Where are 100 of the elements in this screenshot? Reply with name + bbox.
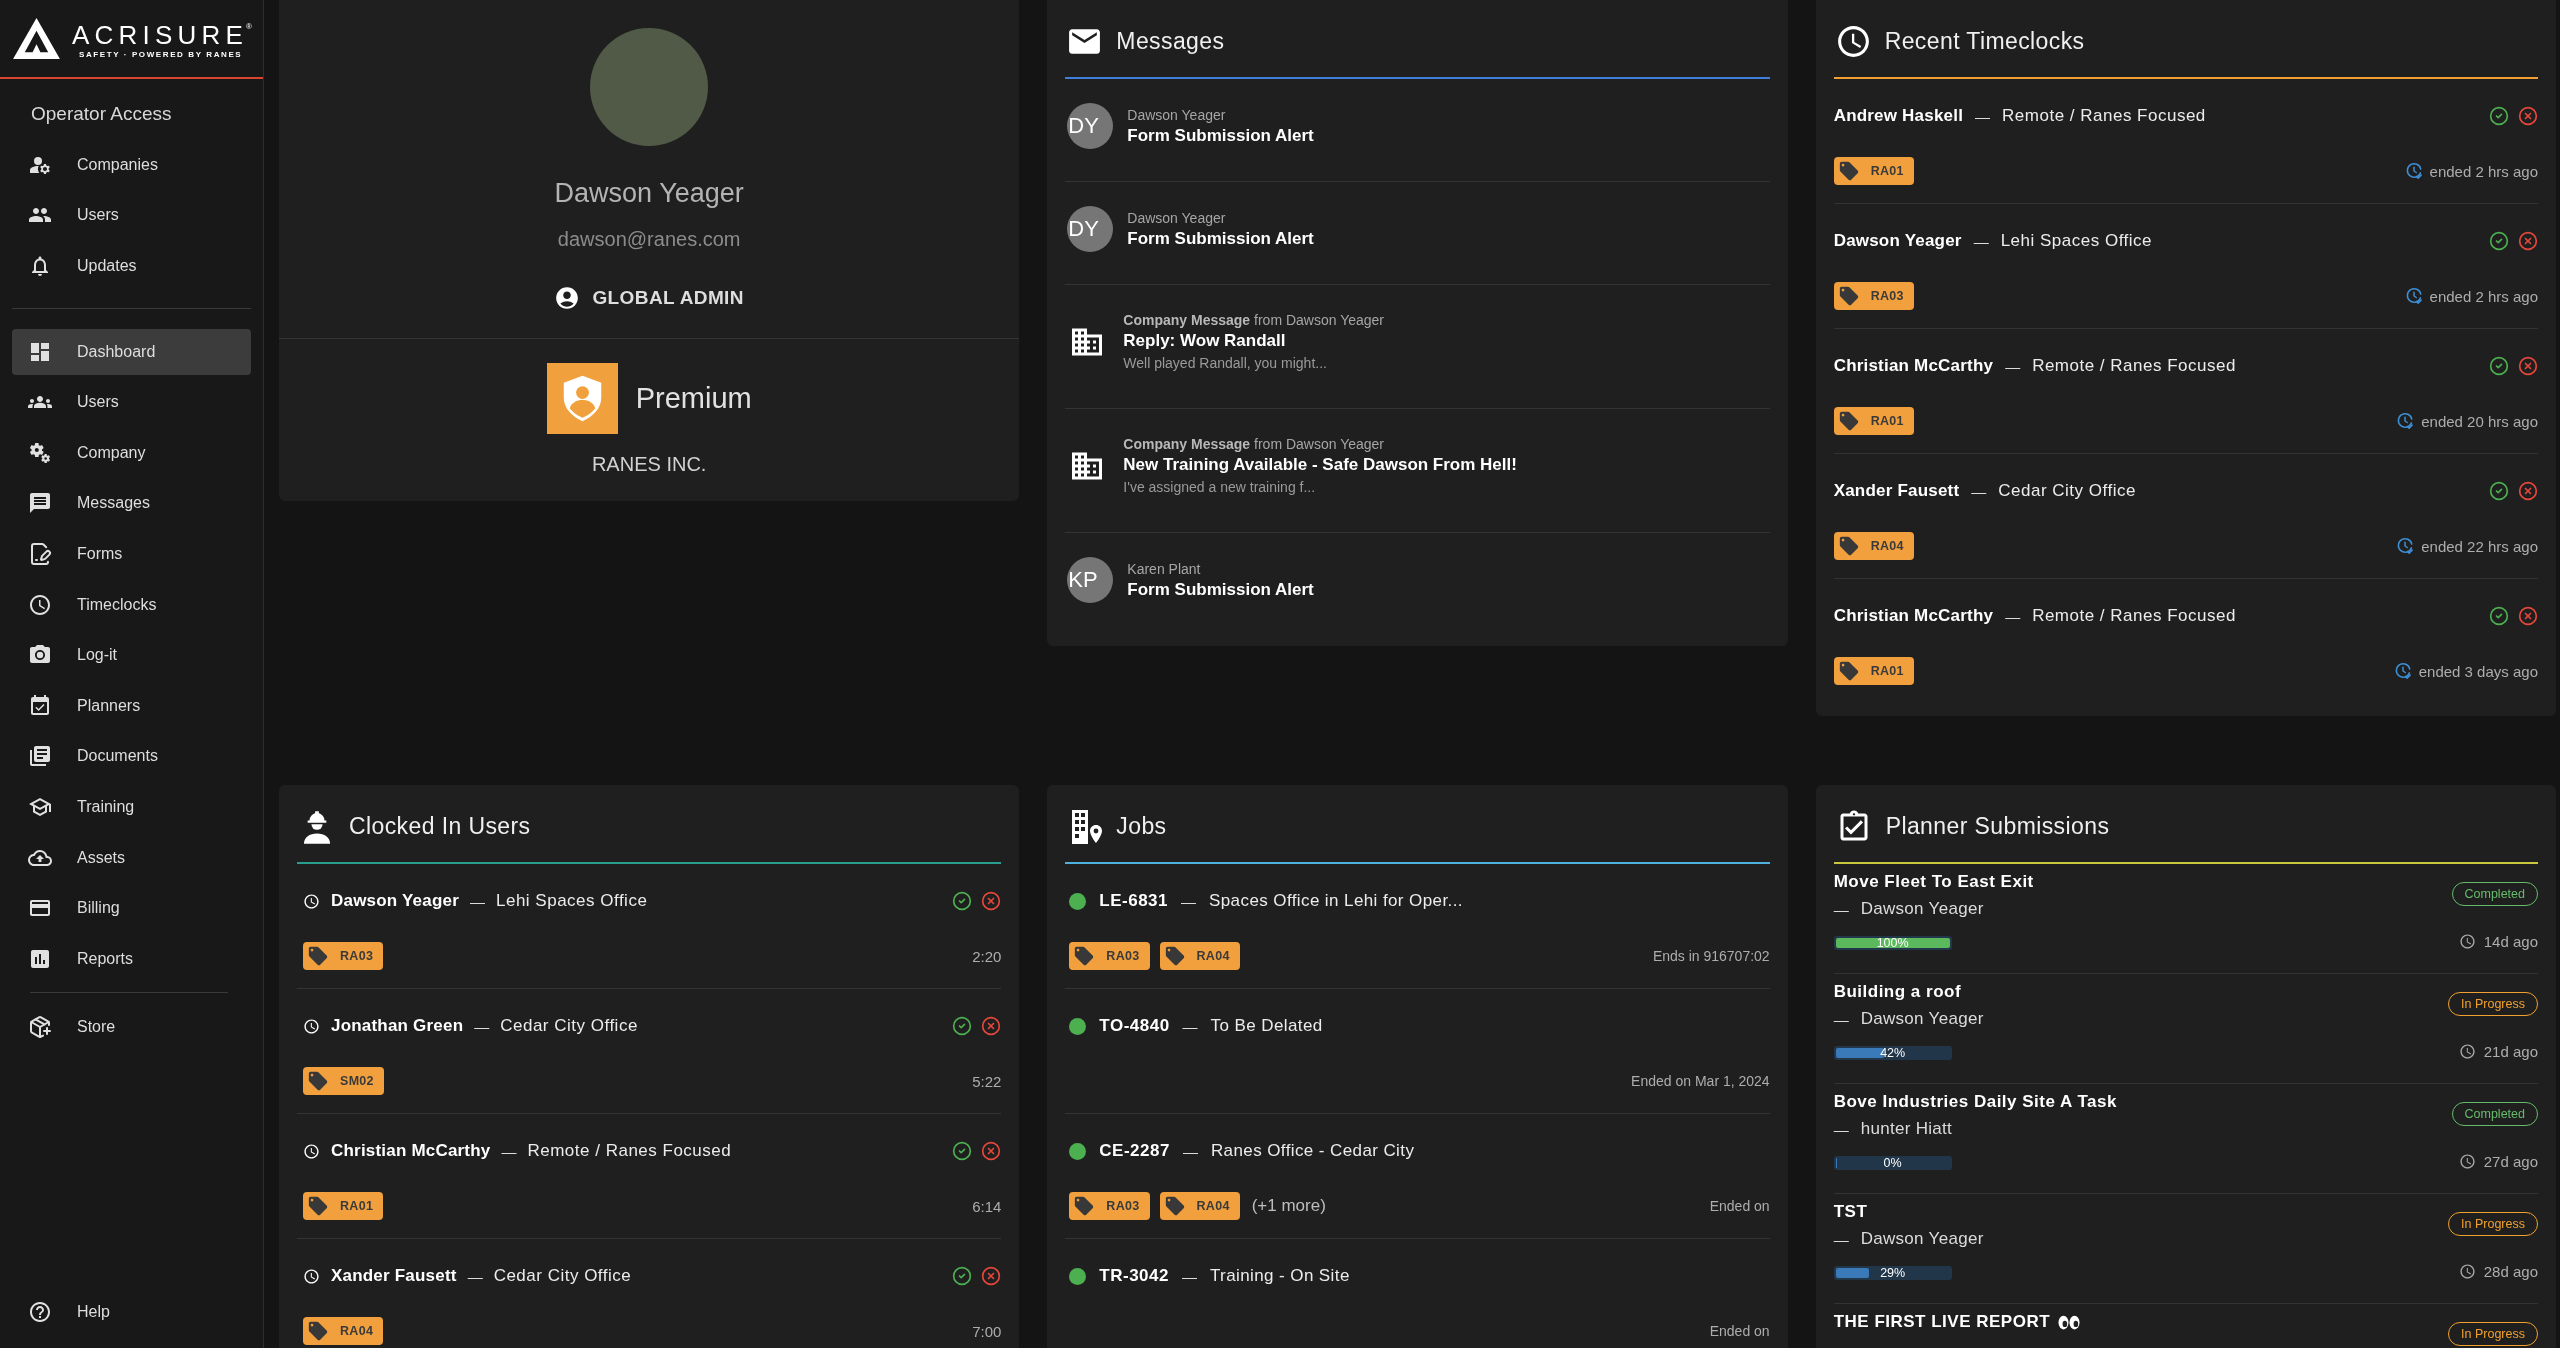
user-name: Dawson Yeager [331,891,459,911]
clock-icon [2458,1043,2476,1060]
close-circle-icon[interactable] [2518,356,2538,376]
section-title: Operator Access [31,102,172,126]
close-circle-icon[interactable] [2518,231,2538,251]
tag-icon [307,1320,329,1342]
tag-icon [1837,535,1860,557]
job-code[interactable]: TR-3042 [1099,1266,1169,1286]
location-name: Cedar City Office [1998,481,2136,501]
chat-icon [28,491,52,516]
message-sender: Dawson Yeager [1127,209,1227,228]
sidebar-link[interactable]: Messages [12,480,251,527]
sidebar-link[interactable]: Dashboard [12,328,251,375]
sidebar-link[interactable]: Store [12,1003,251,1050]
age-text: 21d ago [2483,1043,2538,1060]
dash-separator: — [1833,1230,1849,1248]
check-circle-icon[interactable] [2489,106,2509,126]
close-circle-icon[interactable] [981,1016,1002,1036]
dash-separator: — [1975,107,1991,125]
tag-code: RA04 [340,1324,374,1338]
tag-icon [1163,945,1186,967]
sidebar-link[interactable]: Assets [12,834,251,881]
message-sender: Karen Plant [1127,560,1202,579]
check-circle-icon[interactable] [952,1141,973,1161]
sidebar-link[interactable]: Forms [12,531,251,578]
sidebar-link[interactable]: Timeclocks [12,581,251,628]
sidebar-link[interactable]: Billing [12,885,251,932]
tag-icon [1837,410,1860,432]
submission-title[interactable]: THE FIRST LIVE REPORT [1833,1312,2051,1332]
tag-code: RA01 [1870,664,1904,678]
sidebar-link[interactable]: Documents [12,733,251,780]
message-subject[interactable]: Form Submission Alert [1127,125,1314,147]
close-circle-icon[interactable] [2518,481,2538,501]
tag-icon [307,945,329,967]
dash-separator: — [467,1267,483,1285]
sidebar-link[interactable]: Log-it [12,632,251,679]
age-text: 27d ago [2483,1153,2538,1170]
logo-tagline: SAFETY · POWERED BY RANES [79,49,243,60]
location-name: Remote / Ranes Focused [2032,606,2236,626]
user-name: Christian McCarthy [1833,356,1994,376]
location-name: Remote / Ranes Focused [527,1141,732,1161]
message-preview: Well played Randall, you might... [1123,354,1328,373]
age-text: 14d ago [2483,933,2538,950]
help-link[interactable]: Help [12,1289,251,1335]
check-circle-icon[interactable] [952,891,973,911]
clock-check-icon [2404,162,2423,180]
message-subject[interactable]: Form Submission Alert [1127,228,1314,250]
ended-time: ended 2 hrs ago [2429,287,2538,305]
check-circle-icon[interactable] [952,1266,973,1286]
ended-time: ended 2 hrs ago [2429,162,2538,180]
close-circle-icon[interactable] [981,1141,1002,1161]
initials-avatar: KP [1067,557,1114,603]
close-circle-icon[interactable] [2518,106,2538,126]
submission-title[interactable]: Bove Industries Daily Site A Task [1833,1092,2117,1112]
dash-separator: — [1833,900,1849,918]
submission-title[interactable]: Move Fleet To East Exit [1833,872,2034,892]
card-title: Recent Timeclocks [1884,28,2085,55]
close-circle-icon[interactable] [981,1266,1002,1286]
check-circle-icon[interactable] [2489,231,2509,251]
job-code[interactable]: TO-4840 [1099,1016,1170,1036]
initials-avatar: DY [1067,206,1114,252]
tag-code: RA04 [1870,539,1904,553]
dash-separator: — [1833,1010,1849,1028]
location-name: Remote / Ranes Focused [2032,356,2236,376]
role-label: GLOBAL ADMIN [592,287,744,309]
sidebar-link[interactable]: Users [12,192,251,239]
documents-icon [28,744,52,769]
sidebar-link[interactable]: Companies [12,141,251,188]
submission-title[interactable]: Building a roof [1833,982,1962,1002]
job-code[interactable]: CE-2287 [1099,1141,1170,1161]
sidebar-link[interactable]: Updates [12,242,251,289]
job-schedule: Ended on [1709,1323,1770,1339]
close-circle-icon[interactable] [2518,606,2538,626]
job-code[interactable]: LE-6831 [1099,891,1169,911]
initials-avatar: DY [1067,103,1114,149]
check-circle-icon[interactable] [2489,606,2509,626]
document-pen-icon [28,542,52,567]
check-circle-icon[interactable] [2489,481,2509,501]
plan-name: Premium [635,382,752,415]
sidebar-link[interactable]: Training [12,784,251,831]
check-circle-icon[interactable] [952,1016,973,1036]
submission-title[interactable]: TST [1833,1202,1868,1222]
sidebar-link[interactable]: Planners [12,682,251,729]
sidebar-link[interactable]: Reports [12,935,251,982]
message-subject[interactable]: New Training Available - Safe Dawson From Hell! [1123,454,1517,476]
dash-separator: — [1182,1142,1198,1160]
shield-person-icon [546,363,618,434]
sidebar-link[interactable]: Users [12,379,251,426]
check-circle-icon[interactable] [2489,356,2509,376]
user-name: Christian McCarthy [1833,606,1994,626]
sidebar-link[interactable]: Company [12,429,251,476]
message-subject[interactable]: Reply: Wow Randall [1123,330,1384,352]
clock-icon [2458,1153,2476,1170]
close-circle-icon[interactable] [981,891,1002,911]
tag-code: RA01 [1870,164,1904,178]
profile-email: dawson@ranes.com [557,227,741,251]
message-subject[interactable]: Form Submission Alert [1127,579,1314,601]
tag-code: RA01 [1870,414,1904,428]
logo-mark-icon [13,18,60,59]
dash-separator: — [1181,892,1197,910]
